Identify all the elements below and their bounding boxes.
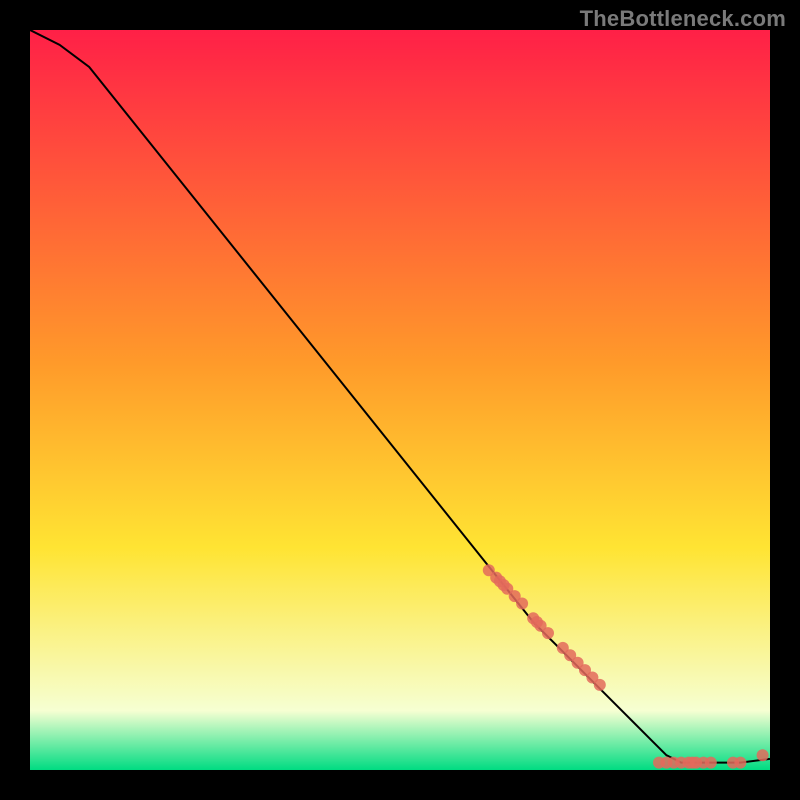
chart-frame: TheBottleneck.com [0,0,800,800]
plot-area [30,30,770,770]
marker-point [594,679,606,691]
marker-point [516,598,528,610]
watermark-text: TheBottleneck.com [580,6,786,32]
chart-canvas [30,30,770,770]
gradient-backdrop [30,30,770,770]
marker-point [705,757,717,769]
marker-point [542,627,554,639]
marker-point [734,757,746,769]
marker-point [757,749,769,761]
